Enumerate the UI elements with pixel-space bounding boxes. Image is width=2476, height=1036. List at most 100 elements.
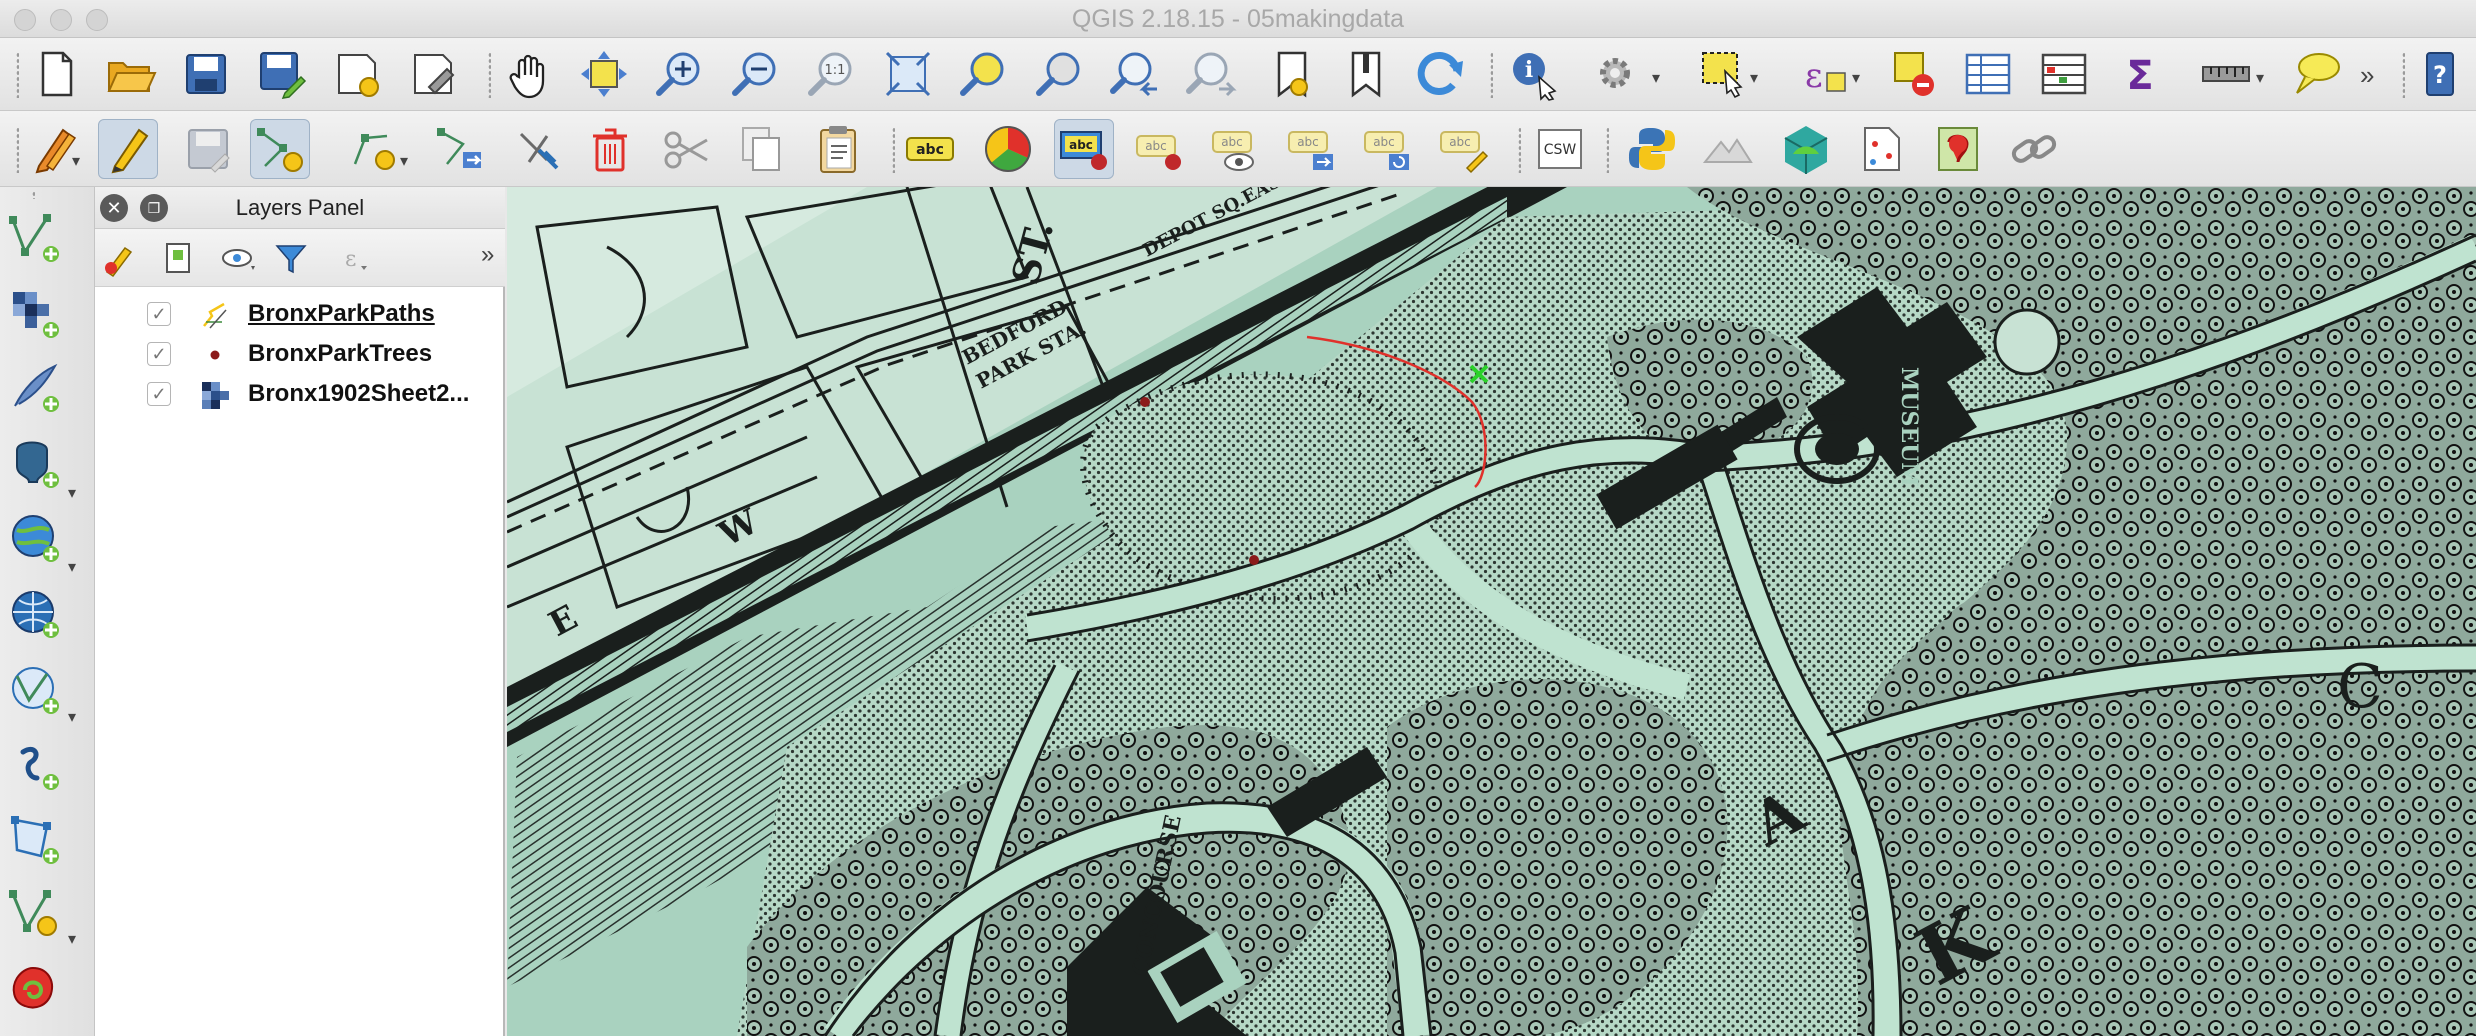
add-wms-layer-icon[interactable] xyxy=(4,583,66,645)
open-field-calculator-icon[interactable] xyxy=(2034,44,2094,104)
processing-toolbox-icon[interactable] xyxy=(1928,119,1988,179)
text-annotation-icon[interactable] xyxy=(2286,44,2346,104)
open-attribute-table-icon[interactable] xyxy=(1958,44,2018,104)
select-by-expression-icon[interactable]: ε xyxy=(1794,44,1854,104)
identify-features-icon[interactable]: i xyxy=(1504,44,1564,104)
add-wcs-layer-icon[interactable] xyxy=(4,735,66,797)
rotate-label-icon[interactable]: abc xyxy=(1358,119,1418,179)
pan-map-icon[interactable] xyxy=(500,44,560,104)
manage-visibility-icon[interactable] xyxy=(215,237,263,279)
add-delimited-text-layer-icon[interactable] xyxy=(4,357,66,419)
measure-line-icon[interactable] xyxy=(2196,44,2256,104)
filter-legend-icon[interactable] xyxy=(267,237,315,279)
toolbar-grip[interactable] xyxy=(890,127,898,173)
toolbar-grip[interactable] xyxy=(30,191,80,199)
toolbar-grip[interactable] xyxy=(14,127,22,173)
toolbar-grip[interactable] xyxy=(486,52,494,98)
node-tool-dropdown[interactable]: ▾ xyxy=(400,151,408,171)
layer-visibility-checkbox[interactable]: ✓ xyxy=(147,302,171,326)
zoom-actual-size-icon[interactable]: 1:1 xyxy=(802,44,862,104)
show-statistical-summary-icon[interactable]: Σ xyxy=(2110,44,2170,104)
map-canvas[interactable]: MUSEUM ST. DEPOT SQ.EAST BEDFORD PARK ST… xyxy=(507,187,2476,1036)
add-layer-3d-icon[interactable] xyxy=(1776,119,1836,179)
zoom-out-icon[interactable] xyxy=(726,44,786,104)
layer-visibility-checkbox[interactable]: ✓ xyxy=(147,382,171,406)
add-geonode-layer-icon[interactable] xyxy=(4,959,66,1021)
layer-visibility-checkbox[interactable]: ✓ xyxy=(147,342,171,366)
add-raster-layer-icon[interactable] xyxy=(4,283,66,345)
tree-point[interactable] xyxy=(1140,397,1150,407)
help-icon[interactable]: ? xyxy=(2410,44,2470,104)
run-feature-action-icon[interactable] xyxy=(1588,44,1648,104)
node-tool-icon[interactable] xyxy=(344,119,404,179)
add-feature-icon[interactable] xyxy=(250,119,310,179)
tree-point[interactable] xyxy=(1249,555,1259,565)
add-postgis-layer-icon[interactable] xyxy=(4,433,66,495)
gps-icon[interactable] xyxy=(1698,119,1758,179)
plugins-icon[interactable] xyxy=(2004,119,2064,179)
add-postgis-dropdown[interactable]: ▾ xyxy=(68,483,76,503)
add-vector-layer-icon[interactable] xyxy=(4,207,66,269)
move-feature-icon[interactable] xyxy=(430,119,490,179)
toolbar-grip[interactable] xyxy=(14,52,22,98)
python-console-icon[interactable] xyxy=(1622,119,1682,179)
current-edits-dropdown[interactable]: ▾ xyxy=(72,151,80,171)
layers-toolbar-overflow[interactable]: » xyxy=(481,241,494,269)
delete-selected-icon[interactable] xyxy=(508,119,568,179)
pan-to-selection-icon[interactable] xyxy=(574,44,634,104)
layer-row-bronx1902sheet2[interactable]: ✓ Bronx1902Sheet2... xyxy=(95,374,505,414)
select-by-expression-dropdown[interactable]: ▾ xyxy=(1852,68,1860,88)
zoom-to-selection-icon[interactable] xyxy=(954,44,1014,104)
cut-features-icon[interactable] xyxy=(656,119,716,179)
toolbar-overflow-button[interactable]: » xyxy=(2360,60,2374,91)
save-project-as-icon[interactable] xyxy=(252,44,312,104)
new-spatialite-layer-icon[interactable] xyxy=(4,883,66,945)
layer-row-bronxparktrees[interactable]: ✓ BronxParkTrees xyxy=(95,334,505,374)
select-features-dropdown[interactable]: ▾ xyxy=(1750,68,1758,88)
refresh-icon[interactable] xyxy=(1410,44,1470,104)
add-wfs-layer-icon[interactable] xyxy=(4,659,66,721)
zoom-next-icon[interactable] xyxy=(1182,44,1242,104)
measure-line-dropdown[interactable]: ▾ xyxy=(2256,68,2264,88)
layer-row-bronxparkpaths[interactable]: ✓ BronxParkPaths xyxy=(95,294,505,334)
add-group-icon[interactable] xyxy=(155,237,203,279)
new-project-icon[interactable] xyxy=(26,44,86,104)
paste-features-icon[interactable] xyxy=(808,119,868,179)
select-features-icon[interactable] xyxy=(1694,44,1754,104)
zoom-in-icon[interactable] xyxy=(650,44,710,104)
toggle-editing-icon[interactable] xyxy=(98,119,158,179)
deselect-all-icon[interactable] xyxy=(1884,44,1944,104)
toolbar-grip[interactable] xyxy=(2400,52,2408,98)
highlight-pinned-labels-icon[interactable]: abc xyxy=(1054,119,1114,179)
delete-selected-trash-icon[interactable] xyxy=(580,119,640,179)
csw-icon[interactable]: CSW xyxy=(1530,119,1590,179)
pin-labels-icon[interactable]: abc xyxy=(1130,119,1190,179)
layer-diagram-icon[interactable] xyxy=(978,119,1038,179)
toolbar-grip[interactable] xyxy=(1488,52,1496,98)
run-feature-action-dropdown[interactable]: ▾ xyxy=(1652,68,1660,88)
show-hide-labels-icon[interactable]: abc xyxy=(1206,119,1266,179)
add-spatialite-dropdown[interactable]: ▾ xyxy=(68,557,76,577)
zoom-full-icon[interactable] xyxy=(878,44,938,104)
toolbar-grip[interactable] xyxy=(1516,127,1524,173)
open-project-icon[interactable] xyxy=(100,44,160,104)
add-spatialite-layer-icon[interactable] xyxy=(4,507,66,569)
composer-manager-icon[interactable] xyxy=(404,44,464,104)
zoom-last-icon[interactable] xyxy=(1106,44,1166,104)
new-print-composer-icon[interactable] xyxy=(328,44,388,104)
change-label-icon[interactable]: abc xyxy=(1434,119,1494,179)
move-label-icon[interactable]: abc xyxy=(1282,119,1342,179)
new-layer-dropdown[interactable]: ▾ xyxy=(68,929,76,949)
new-bookmark-icon[interactable] xyxy=(1262,44,1322,104)
zoom-to-layer-icon[interactable] xyxy=(1030,44,1090,104)
copy-features-icon[interactable] xyxy=(732,119,792,179)
layer-labeling-icon[interactable]: abc xyxy=(900,119,960,179)
save-project-icon[interactable] xyxy=(176,44,236,104)
add-wfs-dropdown[interactable]: ▾ xyxy=(68,707,76,727)
style-manager-icon[interactable] xyxy=(97,237,145,279)
show-bookmarks-icon[interactable] xyxy=(1336,44,1396,104)
toolbar-grip[interactable] xyxy=(1604,127,1612,173)
georeferencer-icon[interactable] xyxy=(1852,119,1912,179)
new-shapefile-layer-icon[interactable] xyxy=(4,809,66,871)
save-layer-edits-icon[interactable] xyxy=(178,119,238,179)
